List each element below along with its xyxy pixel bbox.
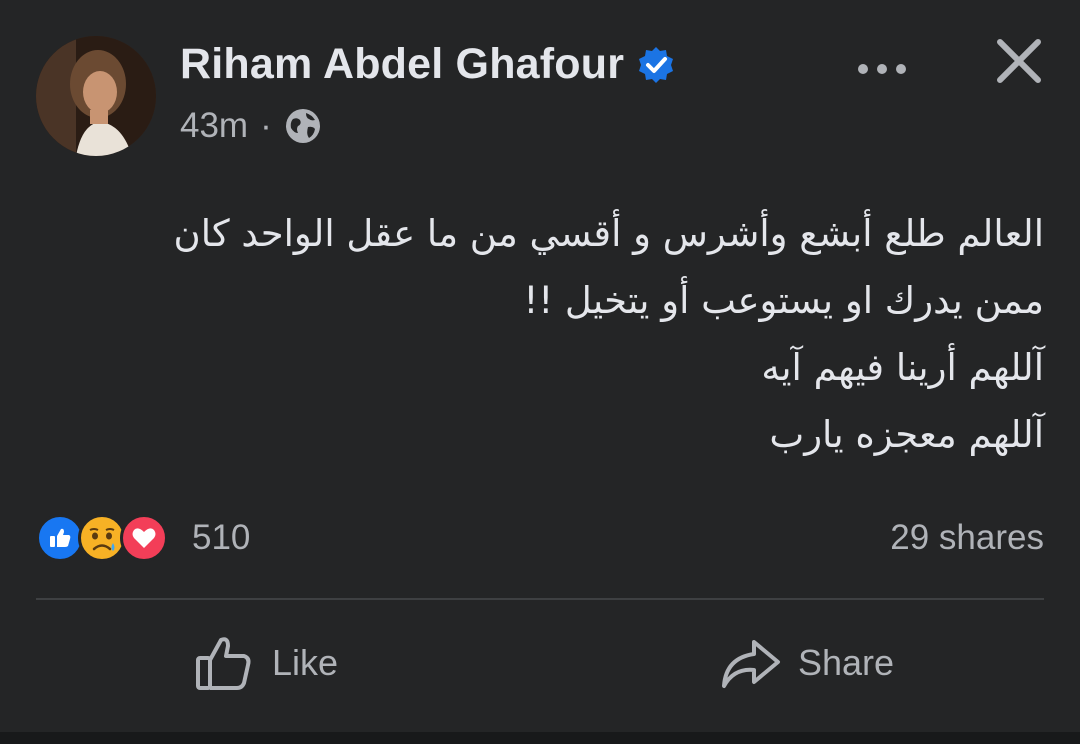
like-label: Like	[272, 642, 339, 683]
thumbs-up-icon	[196, 637, 251, 690]
divider	[36, 598, 1044, 600]
share-button[interactable]: Share	[720, 632, 894, 694]
more-options-button[interactable]	[852, 46, 912, 92]
share-label: Share	[798, 642, 895, 683]
reactions-summary: 510 29 shares	[36, 512, 1044, 566]
avatar[interactable]	[36, 36, 156, 156]
like-button[interactable]: Like	[194, 632, 338, 694]
globe-icon	[284, 107, 322, 145]
post-text-line: العالم طلع أبشع وأشرس و أقسي من ما عقل ا…	[173, 212, 1044, 255]
author-name-row: Riham Abdel Ghafour	[180, 40, 676, 89]
post-body-text: العالم طلع أبشع وأشرس و أقسي من ما عقل ا…	[60, 200, 1044, 468]
post-actions: Like Share	[36, 620, 1044, 710]
sad-reaction-icon	[78, 514, 126, 562]
post-timestamp[interactable]: 43m	[180, 106, 248, 146]
share-arrow-icon	[722, 640, 780, 688]
post-header: Riham Abdel Ghafour 43m ·	[36, 36, 1044, 156]
meta-separator: ·	[260, 106, 272, 145]
reaction-icons[interactable]	[36, 514, 168, 562]
close-button[interactable]	[994, 36, 1044, 86]
post-meta: 43m ·	[180, 106, 322, 146]
shares-count[interactable]: 29 shares	[890, 518, 1044, 558]
like-reaction-icon	[36, 514, 84, 562]
reaction-count[interactable]: 510	[192, 518, 250, 558]
post-text-line: آللهم معجزه يارب	[769, 413, 1044, 456]
post-text-line: ممن يدرك او يستوعب أو يتخيل !!	[523, 279, 1044, 322]
love-reaction-icon	[120, 514, 168, 562]
more-dots-icon	[858, 64, 906, 74]
close-icon	[997, 39, 1041, 83]
post-card: Riham Abdel Ghafour 43m · العالم طلع أبش…	[0, 0, 1080, 744]
bottom-strip	[0, 732, 1080, 744]
post-text-line: آللهم أرينا فيهم آيه	[761, 346, 1044, 389]
author-name[interactable]: Riham Abdel Ghafour	[180, 40, 624, 89]
verified-badge-icon	[636, 45, 676, 85]
